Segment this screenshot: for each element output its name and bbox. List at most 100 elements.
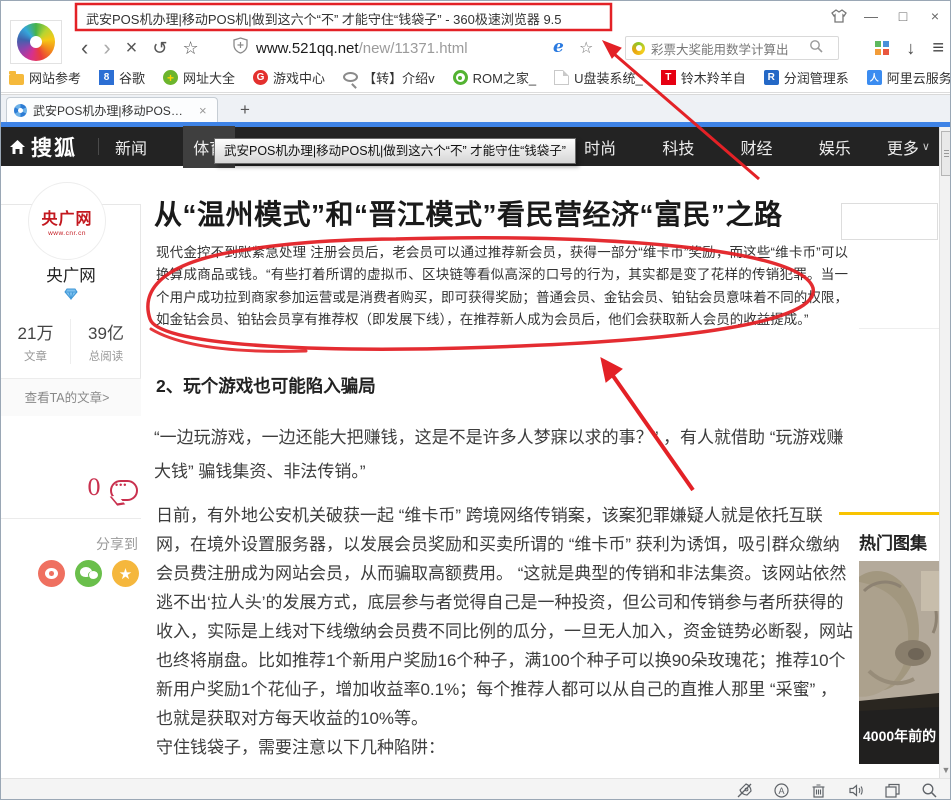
view-author-articles-link[interactable]: 查看TA的文章> bbox=[0, 378, 141, 416]
bookmark-item[interactable]: 【转】介绍v bbox=[343, 68, 435, 87]
nav-item-ent[interactable]: 娱乐 bbox=[809, 126, 861, 168]
bookmark-item[interactable]: 人阿里云服务 bbox=[867, 68, 951, 87]
stat-label: 总阅读 bbox=[71, 348, 141, 364]
back-button[interactable]: ‹ bbox=[81, 37, 88, 59]
article-paragraph: 守住钱袋子，需要注意以下几种陷阱： bbox=[156, 733, 853, 762]
comment-bubble-icon[interactable] bbox=[110, 480, 138, 501]
bookmarks-bar: 网站参考 8谷歌 +网址大全 G游戏中心 【转】介绍v ROM之家_ U盘装系统… bbox=[1, 63, 951, 93]
nav-item-tech[interactable]: 科技 bbox=[652, 126, 704, 168]
game-center-icon: G bbox=[253, 70, 268, 85]
share-icons: ★ bbox=[38, 560, 139, 587]
new-tab-button[interactable]: + bbox=[233, 99, 257, 121]
stone-carving-image: 4000年前的 bbox=[859, 561, 939, 764]
tab-close-icon[interactable]: × bbox=[199, 103, 207, 118]
article-subheading: 2、玩个游戏也可能陷入骗局 bbox=[156, 373, 376, 398]
tab-favicon-icon bbox=[14, 104, 27, 117]
article-paragraph: “一边玩游戏，一边还能大把赚钱，这是不是许多人梦寐以求的事？” ，有人就借助 “… bbox=[154, 421, 848, 489]
bookmark-item[interactable]: ROM之家_ bbox=[453, 68, 537, 87]
page-zoom-icon[interactable] bbox=[921, 782, 938, 799]
weibo-share-icon[interactable] bbox=[38, 560, 65, 587]
browser-toolbar: ‹ › × ↺ ☆ www.521qq.net/new/11371.html e… bbox=[1, 33, 951, 63]
vertical-scrollbar[interactable]: ▼ bbox=[939, 127, 951, 778]
cnr-logo: 央广网 bbox=[41, 205, 92, 229]
scrollbar-thumb[interactable] bbox=[941, 131, 951, 176]
search-box[interactable]: 彩票大奖能用数学计算出 bbox=[625, 36, 839, 60]
share-label: 分享到 bbox=[1, 534, 138, 554]
site-security-shield-icon[interactable] bbox=[233, 37, 248, 59]
home-favorite-button[interactable]: ☆ bbox=[182, 39, 198, 57]
scrollbar-down-arrow[interactable]: ▼ bbox=[941, 765, 951, 775]
comment-count[interactable]: 0 bbox=[87, 476, 101, 501]
page-icon bbox=[554, 70, 569, 85]
divider bbox=[859, 328, 939, 329]
stat-value: 39亿 bbox=[71, 319, 141, 344]
hot-gallery-heading: 热门图集 bbox=[859, 529, 927, 554]
annotation-circle-overstroke bbox=[151, 329, 306, 351]
stat-value: 21万 bbox=[1, 319, 70, 344]
add-favorite-star-icon[interactable]: ☆ bbox=[579, 38, 593, 58]
google-icon: 8 bbox=[99, 70, 114, 85]
sound-speaker-icon[interactable] bbox=[847, 782, 864, 799]
address-bar[interactable]: www.521qq.net/new/11371.html bbox=[233, 35, 603, 61]
tab-bar: 武安POS机办理|移动POS机|做 × + bbox=[1, 94, 951, 122]
sohu-logo[interactable]: 搜狐 bbox=[9, 127, 77, 166]
apps-grid-icon[interactable] bbox=[875, 41, 889, 55]
gallery-caption: 4000年前的 bbox=[863, 728, 936, 744]
article-title: 从“温州模式”和“晋江模式”看民营经济“富民”之路 bbox=[154, 193, 854, 233]
minimize-button[interactable]: — bbox=[860, 6, 882, 26]
ie-compat-icon[interactable]: e bbox=[553, 37, 564, 57]
forward-button[interactable]: › bbox=[103, 37, 110, 59]
nav-divider bbox=[98, 138, 99, 155]
stop-button[interactable]: × bbox=[126, 38, 138, 58]
chevron-down-icon: ∨ bbox=[922, 140, 930, 153]
window-title: 武安POS机办理|移动POS机|做到这六个“不” 才能守住“钱袋子” - 360… bbox=[86, 9, 562, 28]
refresh-button[interactable]: ↺ bbox=[152, 39, 167, 57]
bookmark-item[interactable]: U盘装系统_ bbox=[554, 68, 643, 87]
magnifier-person-icon bbox=[343, 72, 358, 82]
speed-mode-icon[interactable] bbox=[736, 782, 753, 799]
url-path[interactable]: /new/11371.html bbox=[359, 40, 468, 57]
url-host[interactable]: www.521qq.net bbox=[256, 40, 359, 57]
tab-title: 武安POS机办理|移动POS机|做 bbox=[33, 102, 193, 119]
wechat-share-icon[interactable] bbox=[75, 560, 102, 587]
aliyun-icon: 人 bbox=[867, 70, 882, 85]
bookmark-item[interactable]: T铃木羚羊自 bbox=[661, 68, 746, 87]
home-icon bbox=[9, 139, 26, 155]
bookmark-item[interactable]: 网站参考 bbox=[9, 68, 81, 87]
search-input[interactable]: 彩票大奖能用数学计算出 bbox=[651, 39, 809, 58]
bookmark-item[interactable]: 8谷歌 bbox=[99, 68, 145, 87]
nav-item-finance[interactable]: 财经 bbox=[731, 126, 783, 168]
qzone-share-icon[interactable]: ★ bbox=[112, 560, 139, 587]
title-bar: 武安POS机办理|移动POS机|做到这六个“不” 才能守住“钱袋子” - 360… bbox=[1, 1, 951, 33]
bookmark-item[interactable]: +网址大全 bbox=[163, 68, 235, 87]
maximize-button[interactable]: □ bbox=[892, 6, 914, 26]
avatar[interactable]: 央广网 www.cnr.cn bbox=[28, 182, 106, 260]
nav-item-more[interactable]: 更多∨ bbox=[887, 135, 930, 159]
download-icon[interactable]: ↓ bbox=[906, 39, 915, 57]
browser-tab[interactable]: 武安POS机办理|移动POS机|做 × bbox=[6, 97, 218, 123]
gallery-thumbnail[interactable]: 4000年前的 bbox=[859, 561, 939, 764]
nav-item-news[interactable]: 新闻 bbox=[105, 126, 157, 168]
tab-tooltip: 武安POS机办理|移动POS机|做到这六个“不” 才能守住“钱袋子” bbox=[214, 138, 576, 164]
flash-plugin-icon[interactable]: A bbox=[773, 782, 790, 799]
verified-gem-icon bbox=[64, 287, 78, 305]
skin-icon[interactable] bbox=[828, 6, 850, 26]
bookmark-item[interactable]: R分润管理系 bbox=[764, 68, 849, 87]
rom-icon bbox=[453, 70, 468, 85]
t-logo-icon: T bbox=[661, 70, 676, 85]
article-body: 日前，有外地公安机关破获一起 “维卡币” 跨境网络传销案，该案犯罪嫌疑人就是依托… bbox=[156, 501, 853, 762]
clear-trace-trash-icon[interactable] bbox=[810, 782, 827, 799]
menu-icon[interactable]: ≡ bbox=[932, 38, 944, 58]
folder-icon bbox=[9, 74, 24, 85]
status-bar: A bbox=[1, 778, 951, 800]
author-stats: 21万文章 39亿总阅读 bbox=[1, 319, 141, 364]
nav360-icon: + bbox=[163, 70, 178, 85]
close-button[interactable]: × bbox=[924, 6, 946, 26]
bookmark-item[interactable]: G游戏中心 bbox=[253, 68, 325, 87]
search-magnifier-icon[interactable] bbox=[809, 39, 823, 58]
r-logo-icon: R bbox=[764, 70, 779, 85]
nav-item-fashion[interactable]: 时尚 bbox=[574, 126, 626, 168]
browser-logo bbox=[10, 20, 62, 64]
split-window-icon[interactable] bbox=[884, 782, 901, 799]
article-paragraph-circled: 现代金控不到账紧急处理 注册会员后，老会员可以通过推荐新会员，获得一部分“维卡币… bbox=[156, 242, 848, 331]
